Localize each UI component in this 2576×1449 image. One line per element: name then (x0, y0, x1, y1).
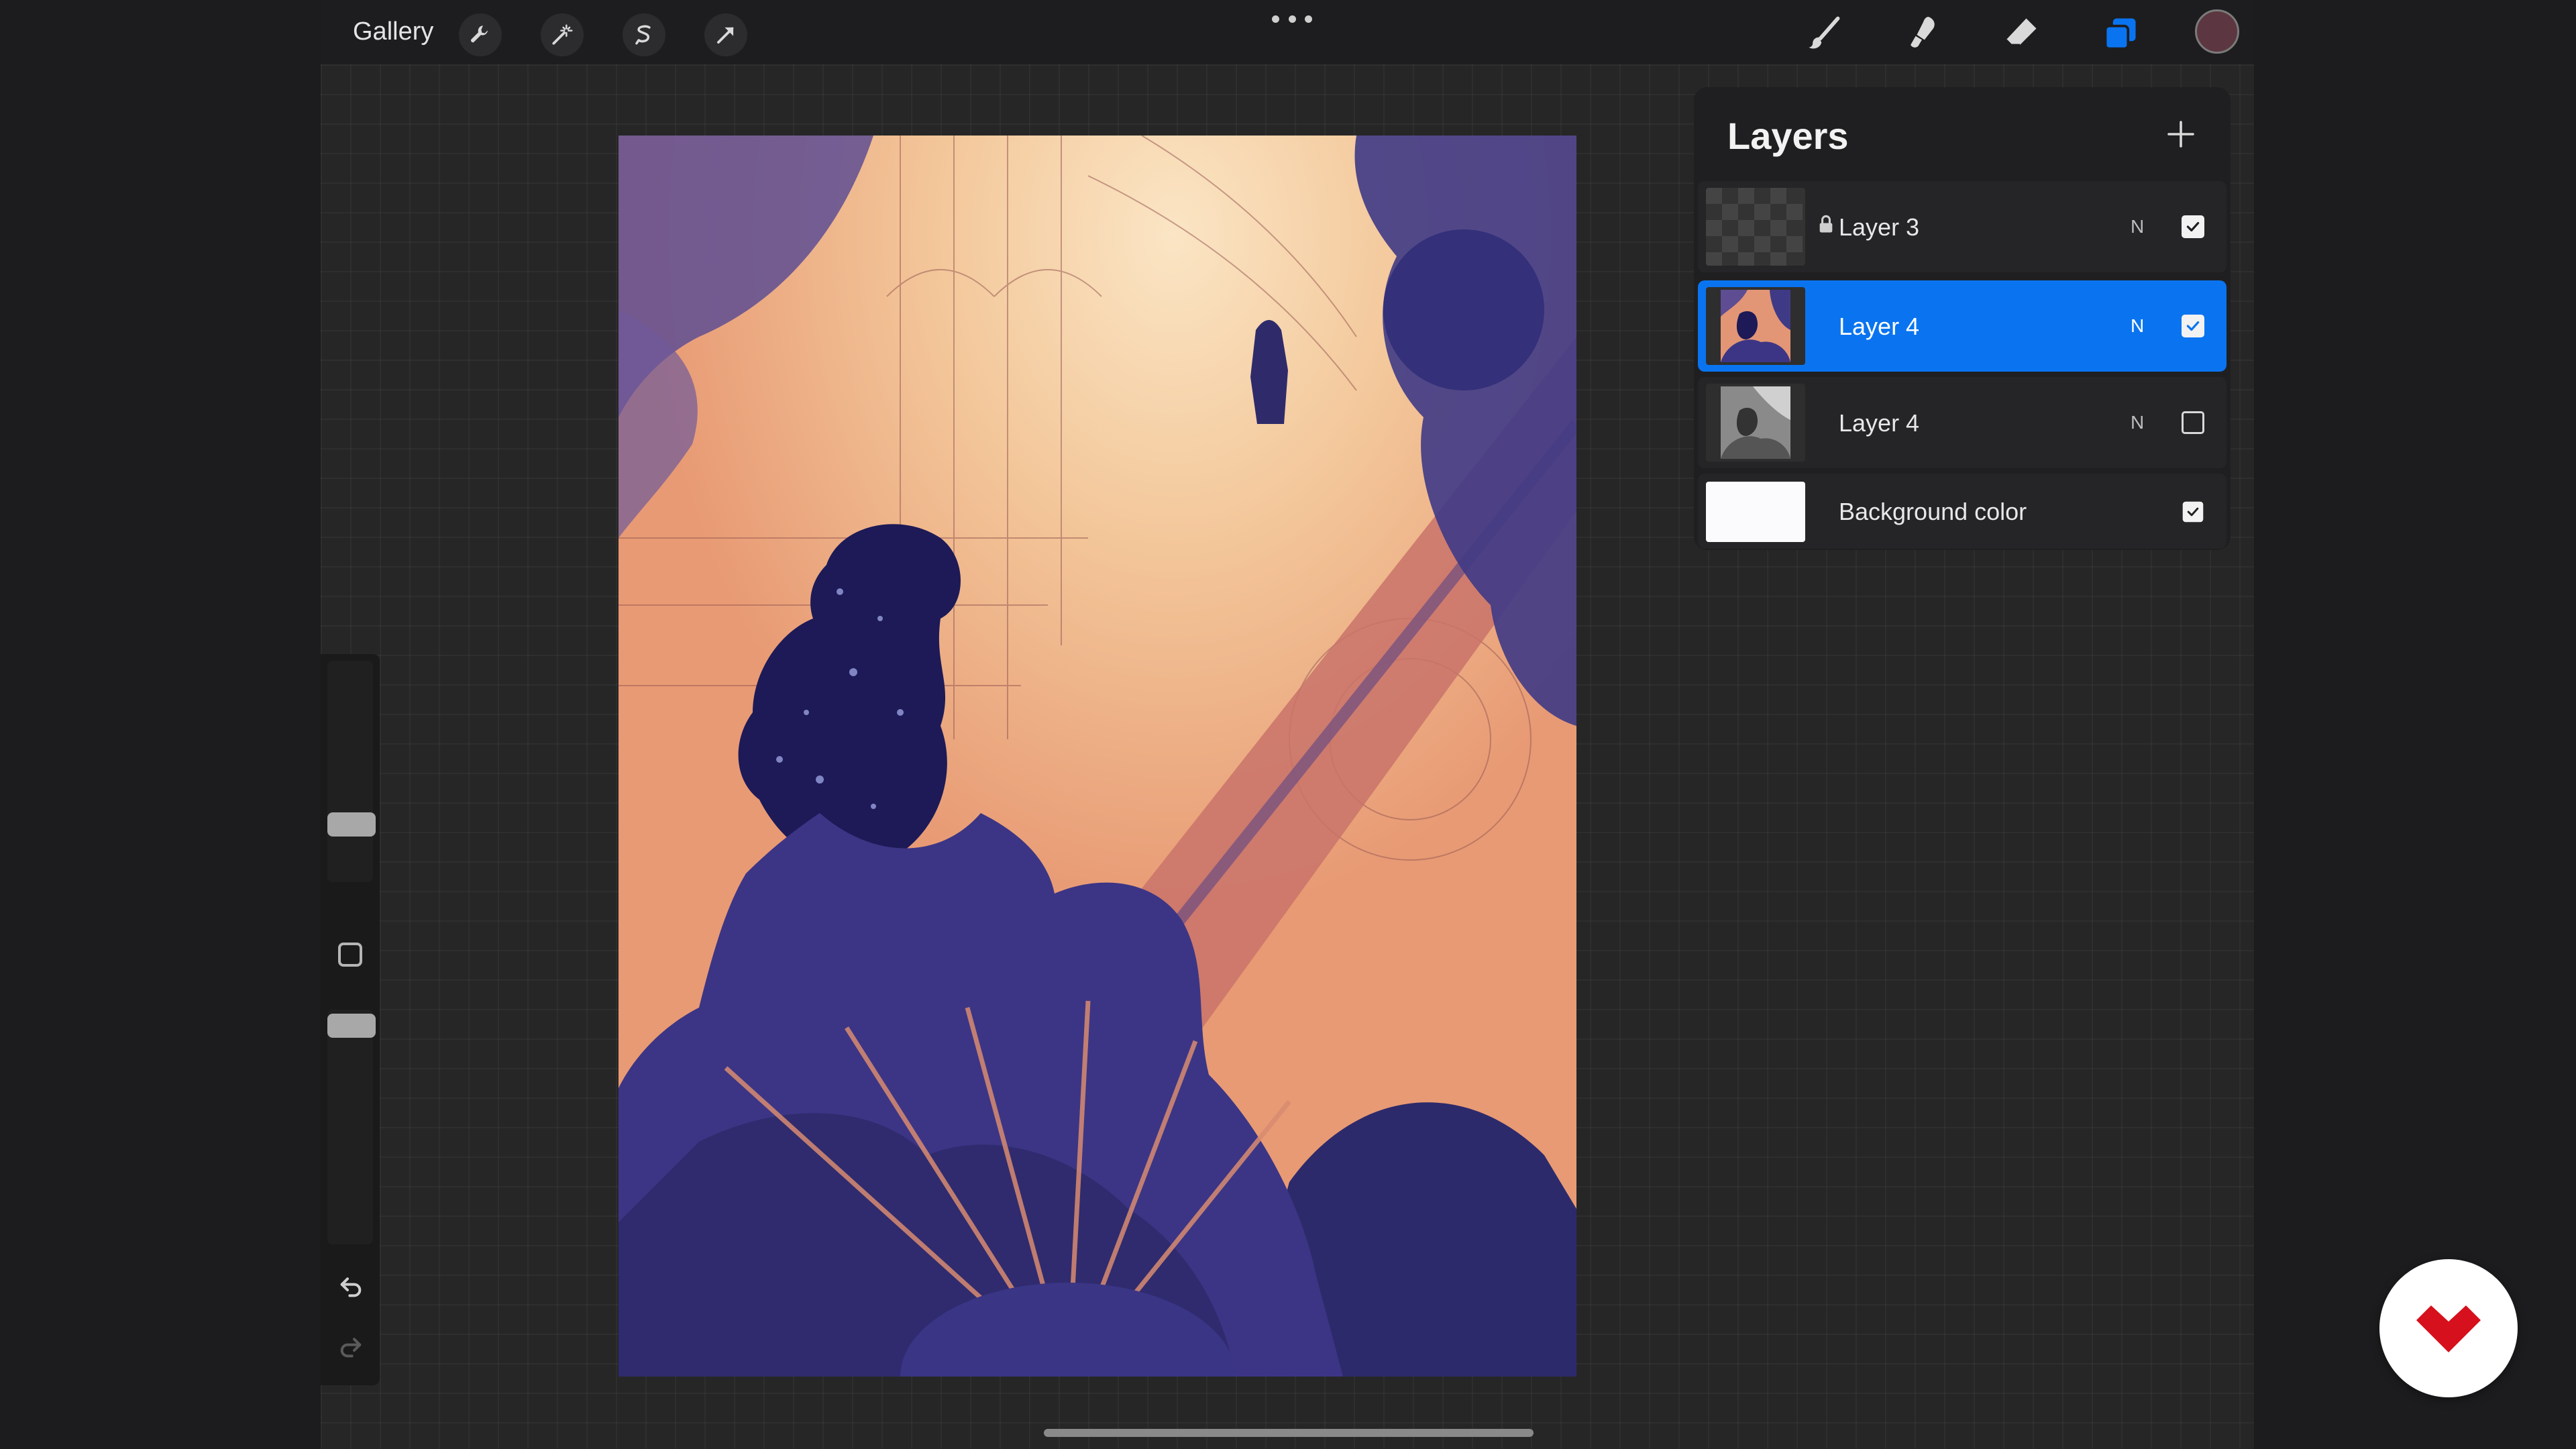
brand-logo-badge (2379, 1259, 2518, 1397)
blend-mode-label[interactable]: N (2131, 216, 2144, 237)
blend-mode-label[interactable]: N (2131, 315, 2144, 337)
lock-icon (1819, 215, 1836, 236)
brush-icon[interactable] (1800, 9, 1848, 58)
layer-row-layer-3[interactable]: Layer 3 N (1698, 181, 2226, 272)
redo-icon[interactable] (335, 1332, 366, 1362)
smudge-icon[interactable] (1898, 9, 1946, 58)
wrench-icon[interactable] (459, 13, 502, 56)
layers-panel: Layers Layer 3 N Layer 4 N Layer 4 N Bac… (1694, 87, 2231, 550)
eraser-icon[interactable] (1997, 9, 2045, 58)
layer-name: Layer 4 (1839, 409, 1920, 437)
more-options-icon[interactable] (1272, 11, 1312, 27)
brush-sliders (321, 654, 380, 1385)
opacity-slider[interactable] (327, 1010, 373, 1244)
layer-thumbnail (1706, 188, 1805, 266)
layer-visibility-checkbox[interactable] (2182, 501, 2204, 523)
undo-icon[interactable] (335, 1271, 366, 1302)
layer-visibility-checkbox[interactable] (2182, 215, 2204, 238)
layer-row-layer-4-selected[interactable]: Layer 4 N (1698, 280, 2226, 372)
layers-panel-title: Layers (1727, 115, 1849, 157)
opacity-handle[interactable] (327, 1014, 376, 1038)
layer-thumbnail (1706, 384, 1805, 462)
color-picker-swatch[interactable] (2195, 9, 2239, 54)
brand-logo-icon (2416, 1305, 2481, 1352)
layer-thumbnail (1706, 287, 1805, 365)
modify-button[interactable] (338, 943, 362, 967)
layer-visibility-checkbox[interactable] (2182, 315, 2204, 337)
transform-arrow-icon[interactable] (704, 13, 747, 56)
layer-visibility-checkbox[interactable] (2182, 411, 2204, 434)
top-toolbar: Gallery (321, 0, 2254, 64)
layer-name: Layer 4 (1839, 313, 1920, 340)
layer-name: Background color (1839, 498, 2027, 525)
brush-size-slider[interactable] (327, 661, 373, 882)
layer-name: Layer 3 (1839, 213, 1920, 241)
magic-wand-icon[interactable] (541, 13, 584, 56)
add-layer-plus-icon[interactable] (2161, 114, 2201, 154)
blend-mode-label[interactable]: N (2131, 412, 2144, 433)
selection-icon[interactable] (623, 13, 665, 56)
layer-row-layer-4-hidden[interactable]: Layer 4 N (1698, 377, 2226, 468)
artwork-canvas[interactable] (619, 136, 1576, 1377)
artwork-illustration (619, 136, 1576, 1377)
layer-row-background-color[interactable]: Background color (1698, 474, 2226, 549)
gallery-button[interactable]: Gallery (347, 15, 439, 49)
brush-size-handle[interactable] (327, 812, 376, 837)
background-color-swatch (1706, 482, 1805, 542)
layers-icon[interactable] (2096, 9, 2145, 58)
home-indicator[interactable] (1044, 1429, 1534, 1437)
